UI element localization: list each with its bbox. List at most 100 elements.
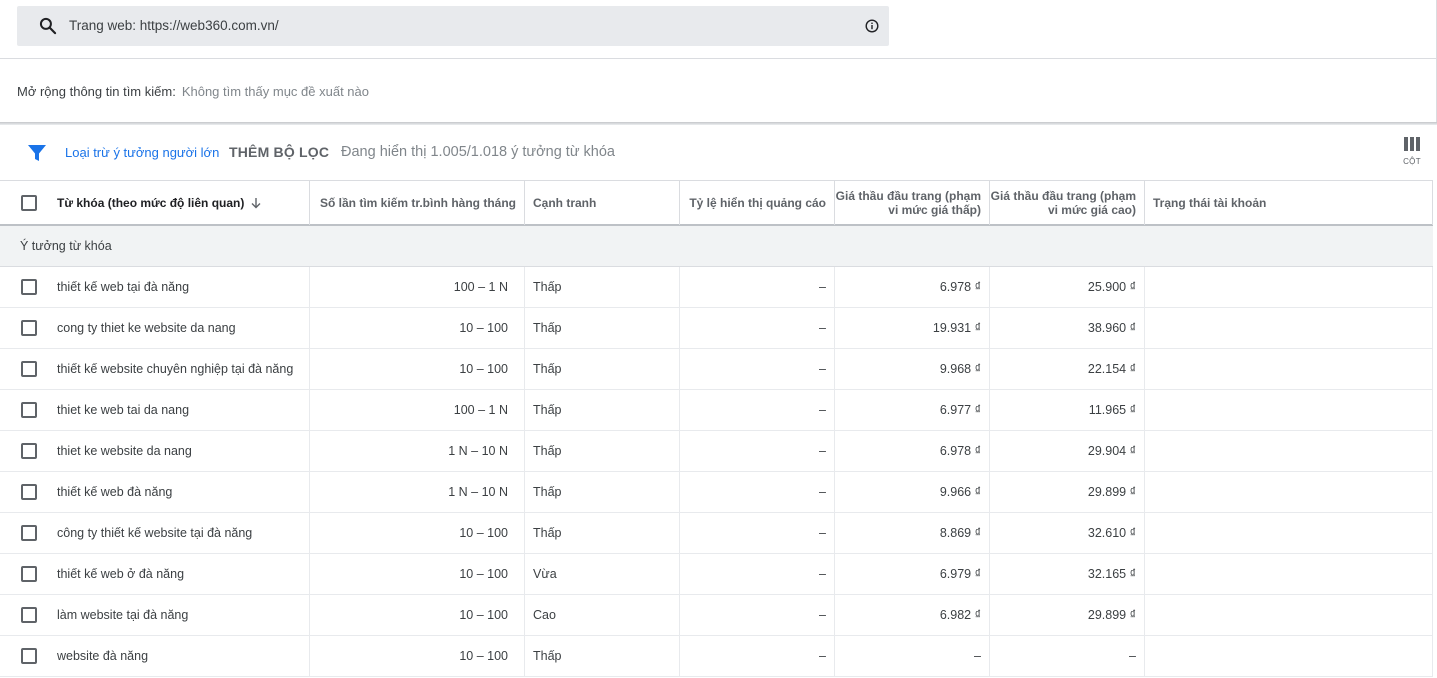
avg-searches-cell: 10 – 100 bbox=[310, 554, 525, 594]
keyword-text: cong ty thiet ke website da nang bbox=[57, 321, 236, 335]
row-checkbox[interactable] bbox=[21, 607, 37, 623]
table-row[interactable]: thiết kế website chuyên nghiệp tại đà nă… bbox=[0, 349, 1433, 390]
avg-searches-cell: 1 N – 10 N bbox=[310, 431, 525, 471]
keyword-cell: thiết kế web ở đà năng bbox=[0, 554, 310, 594]
competition-cell: Thấp bbox=[525, 636, 680, 676]
row-checkbox[interactable] bbox=[21, 361, 37, 377]
avg-searches-cell: 10 – 100 bbox=[310, 636, 525, 676]
competition-cell: Thấp bbox=[525, 267, 680, 307]
keyword-cell: thiết kế web đà năng bbox=[0, 472, 310, 512]
bid-high-cell: 38.960 ₫ bbox=[990, 308, 1145, 348]
account-status-cell bbox=[1145, 636, 1433, 676]
exclude-adult-filter-link[interactable]: Loại trừ ý tưởng người lớn bbox=[65, 145, 219, 160]
add-filter-button[interactable]: THÊM BỘ LỌC bbox=[229, 144, 329, 160]
table-row[interactable]: website đà năng 10 – 100 Thấp – – – bbox=[0, 636, 1433, 677]
row-checkbox[interactable] bbox=[21, 320, 37, 336]
bid-high-cell: 22.154 ₫ bbox=[990, 349, 1145, 389]
impression-share-cell: – bbox=[680, 554, 835, 594]
impression-share-cell: – bbox=[680, 595, 835, 635]
table-body: thiết kế web tại đà năng 100 – 1 N Thấp … bbox=[0, 267, 1433, 677]
impression-share-cell: – bbox=[680, 431, 835, 471]
info-icon[interactable] bbox=[865, 19, 879, 33]
keyword-text: thiet ke web tai da nang bbox=[57, 403, 190, 417]
filter-bar: Loại trừ ý tưởng người lớn THÊM BỘ LỌC Đ… bbox=[0, 125, 1437, 181]
header-competition[interactable]: Cạnh tranh bbox=[525, 181, 680, 225]
bid-high-cell: 25.900 ₫ bbox=[990, 267, 1145, 307]
columns-icon bbox=[1404, 137, 1420, 151]
keyword-cell: công ty thiết kế website tại đà năng bbox=[0, 513, 310, 553]
bid-low-cell: – bbox=[835, 636, 990, 676]
row-checkbox[interactable] bbox=[21, 566, 37, 582]
row-checkbox[interactable] bbox=[21, 484, 37, 500]
keyword-cell: cong ty thiet ke website da nang bbox=[0, 308, 310, 348]
keyword-text: thiết kế website chuyên nghiệp tại đà nă… bbox=[57, 362, 294, 376]
bid-high-cell: 29.904 ₫ bbox=[990, 431, 1145, 471]
keyword-text: thiết kế web ở đà năng bbox=[57, 567, 185, 581]
header-bid-low[interactable]: Giá thầu đầu trang (phạm vi mức giá thấp… bbox=[835, 181, 990, 225]
keyword-text: thiết kế web đà năng bbox=[57, 485, 173, 499]
table-row[interactable]: cong ty thiet ke website da nang 10 – 10… bbox=[0, 308, 1433, 349]
avg-searches-cell: 100 – 1 N bbox=[310, 267, 525, 307]
table-row[interactable]: thiết kế web ở đà năng 10 – 100 Vừa – 6.… bbox=[0, 554, 1433, 595]
avg-searches-cell: 100 – 1 N bbox=[310, 390, 525, 430]
account-status-cell bbox=[1145, 308, 1433, 348]
keyword-text: thiet ke website da nang bbox=[57, 444, 192, 458]
table-row[interactable]: thiet ke web tai da nang 100 – 1 N Thấp … bbox=[0, 390, 1433, 431]
select-all-checkbox[interactable] bbox=[21, 195, 37, 211]
bid-low-cell: 6.978 ₫ bbox=[835, 267, 990, 307]
account-status-cell bbox=[1145, 390, 1433, 430]
account-status-cell bbox=[1145, 513, 1433, 553]
row-checkbox[interactable] bbox=[21, 443, 37, 459]
header-avg-searches[interactable]: Số lần tìm kiếm tr.bình hàng tháng bbox=[310, 181, 525, 225]
showing-count: Đang hiển thị 1.005/1.018 ý tưởng từ khó… bbox=[341, 144, 615, 160]
competition-cell: Thấp bbox=[525, 349, 680, 389]
header-bid-high[interactable]: Giá thầu đầu trang (phạm vi mức giá cao) bbox=[990, 181, 1145, 225]
avg-searches-cell: 10 – 100 bbox=[310, 513, 525, 553]
account-status-cell bbox=[1145, 431, 1433, 471]
competition-cell: Thấp bbox=[525, 513, 680, 553]
filter-icon[interactable] bbox=[28, 144, 46, 162]
row-checkbox[interactable] bbox=[21, 279, 37, 295]
bid-high-cell: 29.899 ₫ bbox=[990, 595, 1145, 635]
keyword-cell: thiết kế website chuyên nghiệp tại đà nă… bbox=[0, 349, 310, 389]
impression-share-cell: – bbox=[680, 390, 835, 430]
website-search-text: Trang web: https://web360.com.vn/ bbox=[69, 18, 279, 33]
table-row[interactable]: làm website tại đà năng 10 – 100 Cao – 6… bbox=[0, 595, 1433, 636]
table-header: Từ khóa (theo mức độ liên quan) Số lần t… bbox=[0, 180, 1433, 226]
keyword-text: thiết kế web tại đà năng bbox=[57, 280, 190, 294]
header-impression-share[interactable]: Tỷ lệ hiển thị quảng cáo bbox=[680, 181, 835, 225]
table-row[interactable]: thiết kế web tại đà năng 100 – 1 N Thấp … bbox=[0, 267, 1433, 308]
header-account-status[interactable]: Trạng thái tài khoản bbox=[1145, 181, 1433, 225]
website-search-field[interactable]: Trang web: https://web360.com.vn/ bbox=[17, 6, 889, 46]
row-checkbox[interactable] bbox=[21, 525, 37, 541]
arrow-down-icon[interactable] bbox=[250, 197, 262, 209]
bid-high-cell: 32.610 ₫ bbox=[990, 513, 1145, 553]
table-row[interactable]: công ty thiết kế website tại đà năng 10 … bbox=[0, 513, 1433, 554]
bid-high-cell: – bbox=[990, 636, 1145, 676]
avg-searches-cell: 1 N – 10 N bbox=[310, 472, 525, 512]
bid-low-cell: 9.968 ₫ bbox=[835, 349, 990, 389]
row-checkbox[interactable] bbox=[21, 402, 37, 418]
impression-share-cell: – bbox=[680, 472, 835, 512]
account-status-cell bbox=[1145, 554, 1433, 594]
table-row[interactable]: thiet ke website da nang 1 N – 10 N Thấp… bbox=[0, 431, 1433, 472]
bid-low-cell: 8.869 ₫ bbox=[835, 513, 990, 553]
bid-high-cell: 11.965 ₫ bbox=[990, 390, 1145, 430]
bid-high-cell: 32.165 ₫ bbox=[990, 554, 1145, 594]
competition-cell: Thấp bbox=[525, 431, 680, 471]
impression-share-cell: – bbox=[680, 349, 835, 389]
table-row[interactable]: thiết kế web đà năng 1 N – 10 N Thấp – 9… bbox=[0, 472, 1433, 513]
keyword-text: công ty thiết kế website tại đà năng bbox=[57, 526, 253, 540]
account-status-cell bbox=[1145, 472, 1433, 512]
bid-low-cell: 6.978 ₫ bbox=[835, 431, 990, 471]
competition-cell: Thấp bbox=[525, 472, 680, 512]
competition-cell: Cao bbox=[525, 595, 680, 635]
header-keyword[interactable]: Từ khóa (theo mức độ liên quan) bbox=[0, 181, 310, 225]
impression-share-cell: – bbox=[680, 308, 835, 348]
avg-searches-cell: 10 – 100 bbox=[310, 349, 525, 389]
account-status-cell bbox=[1145, 595, 1433, 635]
columns-button[interactable]: CỘT bbox=[1398, 137, 1426, 173]
row-checkbox[interactable] bbox=[21, 648, 37, 664]
expand-search-label: Mở rộng thông tin tìm kiếm: bbox=[17, 84, 176, 99]
bid-low-cell: 6.982 ₫ bbox=[835, 595, 990, 635]
